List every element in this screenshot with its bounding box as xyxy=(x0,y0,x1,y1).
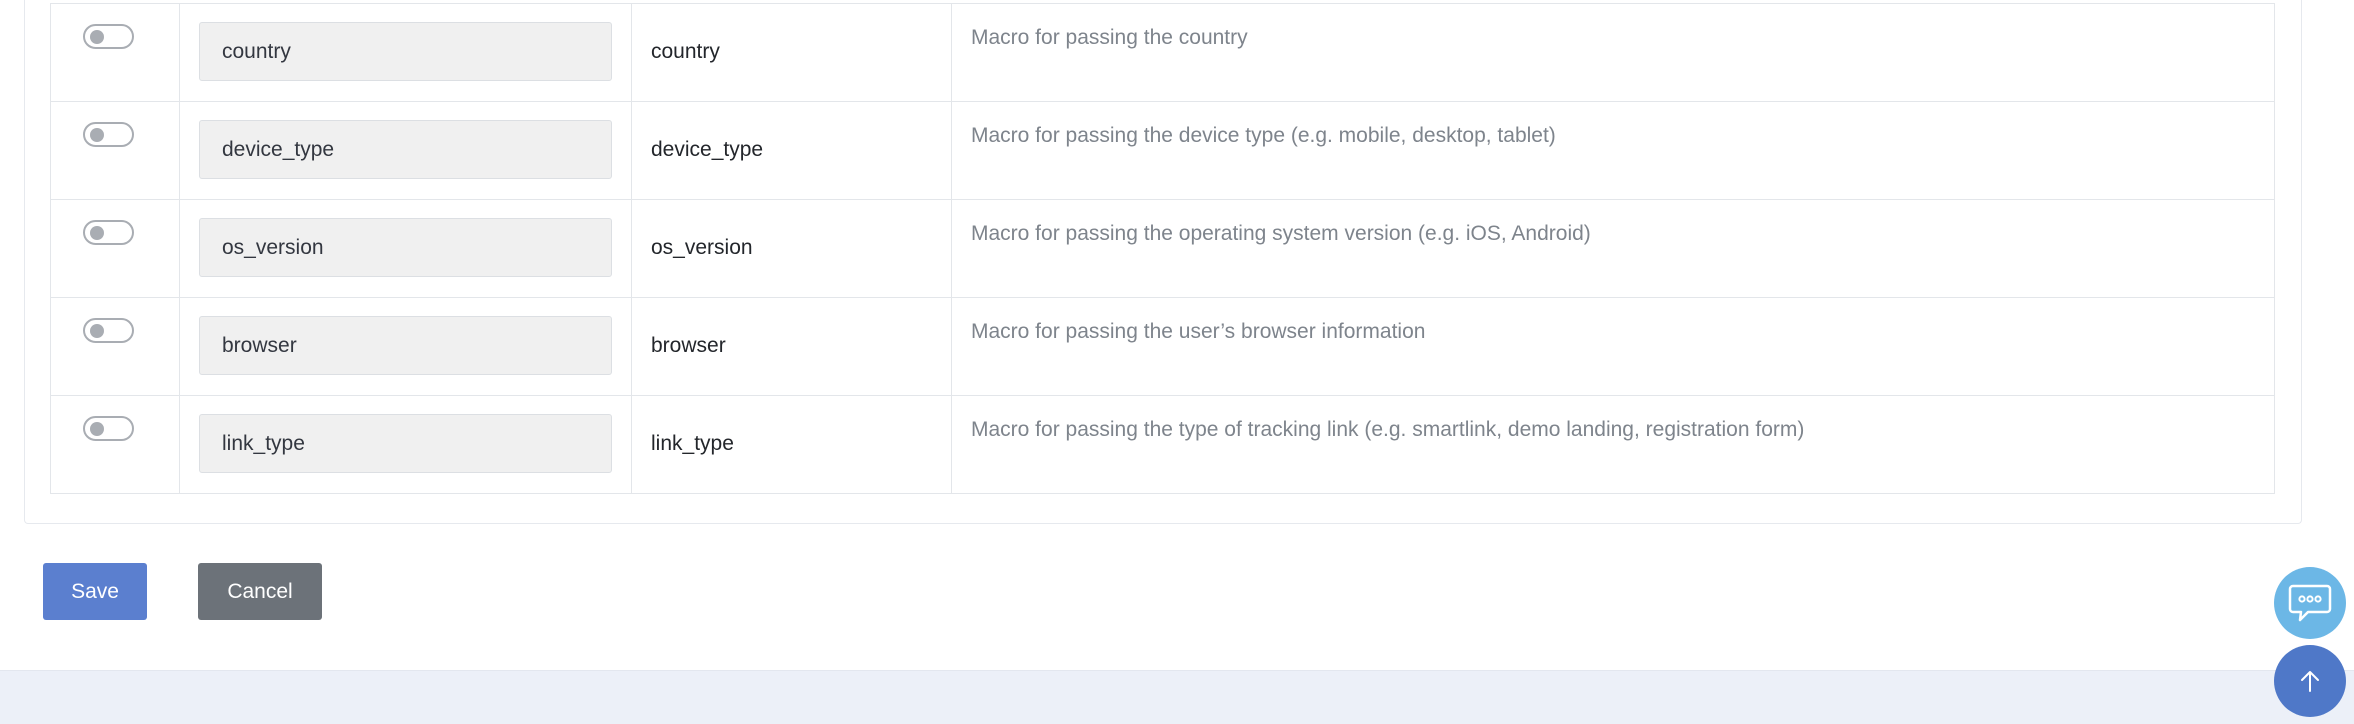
save-button[interactable]: Save xyxy=(43,563,147,620)
cancel-button[interactable]: Cancel xyxy=(198,563,322,620)
macro-value-input[interactable] xyxy=(199,414,612,473)
table-row: device_type Macro for passing the device… xyxy=(50,101,2275,200)
macro-toggle[interactable] xyxy=(83,220,134,245)
name-cell: country xyxy=(631,3,952,102)
macro-name: device_type xyxy=(651,138,764,161)
macro-name: os_version xyxy=(651,236,753,259)
macro-name: link_type xyxy=(651,432,734,455)
toggle-cell xyxy=(50,3,180,102)
macro-value-input[interactable] xyxy=(199,316,612,375)
description-cell: Macro for passing the device type (e.g. … xyxy=(951,101,2275,200)
macro-name: country xyxy=(651,40,720,63)
arrow-up-icon xyxy=(2301,671,2319,692)
name-cell: link_type xyxy=(631,395,952,494)
toggle-cell xyxy=(50,297,180,396)
macro-description: Macro for passing the type of tracking l… xyxy=(971,418,1805,441)
macro-value-input[interactable] xyxy=(199,218,612,277)
macro-toggle[interactable] xyxy=(83,122,134,147)
content-panel: country Macro for passing the country de… xyxy=(0,0,2354,671)
toggle-knob xyxy=(90,226,104,240)
name-cell: os_version xyxy=(631,199,952,298)
macro-description: Macro for passing the country xyxy=(971,26,1248,49)
macro-name: browser xyxy=(651,334,726,357)
macros-table: country Macro for passing the country de… xyxy=(50,3,2275,494)
value-cell xyxy=(179,297,632,396)
macro-description: Macro for passing the user’s browser inf… xyxy=(971,320,1426,343)
value-cell xyxy=(179,3,632,102)
value-cell xyxy=(179,199,632,298)
toggle-cell xyxy=(50,199,180,298)
macro-value-input[interactable] xyxy=(199,120,612,179)
description-cell: Macro for passing the type of tracking l… xyxy=(951,395,2275,494)
toggle-knob xyxy=(90,422,104,436)
macro-toggle[interactable] xyxy=(83,318,134,343)
table-row: os_version Macro for passing the operati… xyxy=(50,199,2275,298)
chat-button[interactable] xyxy=(2274,567,2346,639)
name-cell: browser xyxy=(631,297,952,396)
toggle-knob xyxy=(90,324,104,338)
description-cell: Macro for passing the country xyxy=(951,3,2275,102)
macro-description: Macro for passing the operating system v… xyxy=(971,222,1591,245)
table-row: country Macro for passing the country xyxy=(50,3,2275,102)
chat-icon xyxy=(2288,584,2332,622)
macro-value-input[interactable] xyxy=(199,22,612,81)
scroll-to-top-button[interactable] xyxy=(2274,645,2346,717)
toggle-knob xyxy=(90,30,104,44)
toggle-knob xyxy=(90,128,104,142)
toggle-cell xyxy=(50,395,180,494)
name-cell: device_type xyxy=(631,101,952,200)
table-row: link_type Macro for passing the type of … xyxy=(50,395,2275,494)
value-cell xyxy=(179,101,632,200)
table-row: browser Macro for passing the user’s bro… xyxy=(50,297,2275,396)
macro-toggle[interactable] xyxy=(83,24,134,49)
description-cell: Macro for passing the operating system v… xyxy=(951,199,2275,298)
value-cell xyxy=(179,395,632,494)
macro-toggle[interactable] xyxy=(83,416,134,441)
toggle-cell xyxy=(50,101,180,200)
macro-description: Macro for passing the device type (e.g. … xyxy=(971,124,1556,147)
description-cell: Macro for passing the user’s browser inf… xyxy=(951,297,2275,396)
